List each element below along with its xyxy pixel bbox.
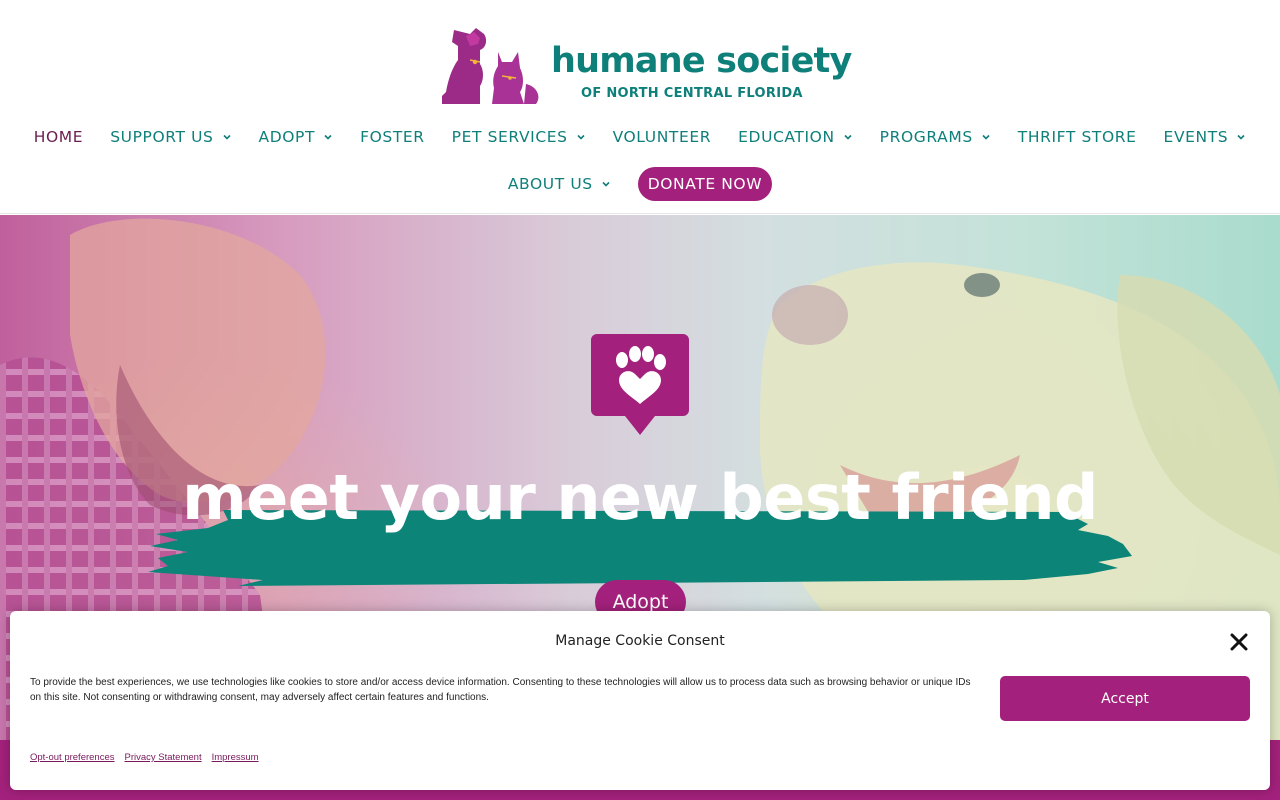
accept-button[interactable]: Accept	[1000, 676, 1250, 721]
chevron-down-icon	[323, 132, 333, 142]
hero-heading: meet your new best friend	[182, 461, 1098, 534]
opt-out-preferences-link[interactable]: Opt-out preferences	[30, 752, 115, 763]
nav-pet-services[interactable]: PET SERVICES	[452, 128, 586, 146]
nav-education[interactable]: EDUCATION	[738, 128, 853, 146]
chevron-down-icon	[1236, 132, 1246, 142]
nav-about-us-label: ABOUT US	[507, 175, 593, 193]
cookie-title: Manage Cookie Consent	[555, 633, 725, 649]
cookie-description: To provide the best experiences, we use …	[30, 677, 971, 703]
nav-about-us[interactable]: ABOUT US	[508, 175, 611, 193]
nav-support-us[interactable]: SUPPORT US	[110, 128, 231, 146]
nav-pet-services-label: PET SERVICES	[451, 128, 568, 146]
chevron-down-icon	[981, 132, 991, 142]
nav-thrift-store[interactable]: THRIFT STORE	[1018, 128, 1137, 146]
cookie-links: Opt-out preferences Privacy Statement Im…	[30, 752, 259, 763]
site-logo[interactable]: humane society OF NORTH CENTRAL FLORIDA	[440, 26, 852, 106]
nav-foster[interactable]: FOSTER	[360, 128, 425, 146]
close-icon[interactable]	[1229, 632, 1249, 652]
site-header: humane society OF NORTH CENTRAL FLORIDA …	[0, 0, 1280, 214]
logo-title: humane society	[551, 41, 852, 81]
nav-home[interactable]: HOME	[34, 128, 83, 146]
nav-adopt[interactable]: ADOPT	[259, 128, 334, 146]
nav-home-label: HOME	[33, 128, 84, 146]
nav-education-label: EDUCATION	[738, 128, 835, 146]
dog-cat-logo-icon	[442, 28, 539, 104]
nav-volunteer-label: VOLUNTEER	[612, 128, 712, 146]
donate-now-button[interactable]: DONATE NOW	[637, 167, 773, 201]
cookie-consent-dialog: Manage Cookie Consent To provide the bes…	[10, 611, 1270, 790]
impressum-link[interactable]: Impressum	[212, 752, 259, 763]
nav-volunteer[interactable]: VOLUNTEER	[613, 128, 712, 146]
main-nav-row-2: ABOUT US DONATE NOW	[0, 166, 1280, 202]
main-nav: HOME SUPPORT US ADOPT FOSTER PET SERVICE…	[0, 124, 1280, 150]
paw-heart-icon	[591, 334, 689, 435]
chevron-down-icon	[601, 179, 611, 189]
nav-adopt-label: ADOPT	[258, 128, 316, 146]
nav-thrift-store-label: THRIFT STORE	[1017, 128, 1137, 146]
nav-programs-label: PROGRAMS	[879, 128, 973, 146]
nav-events-label: EVENTS	[1163, 128, 1229, 146]
privacy-statement-link[interactable]: Privacy Statement	[125, 752, 202, 763]
nav-foster-label: FOSTER	[360, 128, 425, 146]
chevron-down-icon	[843, 132, 853, 142]
nav-programs[interactable]: PROGRAMS	[880, 128, 991, 146]
chevron-down-icon	[576, 132, 586, 142]
chevron-down-icon	[222, 132, 232, 142]
nav-events[interactable]: EVENTS	[1164, 128, 1247, 146]
nav-support-us-label: SUPPORT US	[110, 128, 214, 146]
logo-subtitle: OF NORTH CENTRAL FLORIDA	[581, 86, 803, 101]
